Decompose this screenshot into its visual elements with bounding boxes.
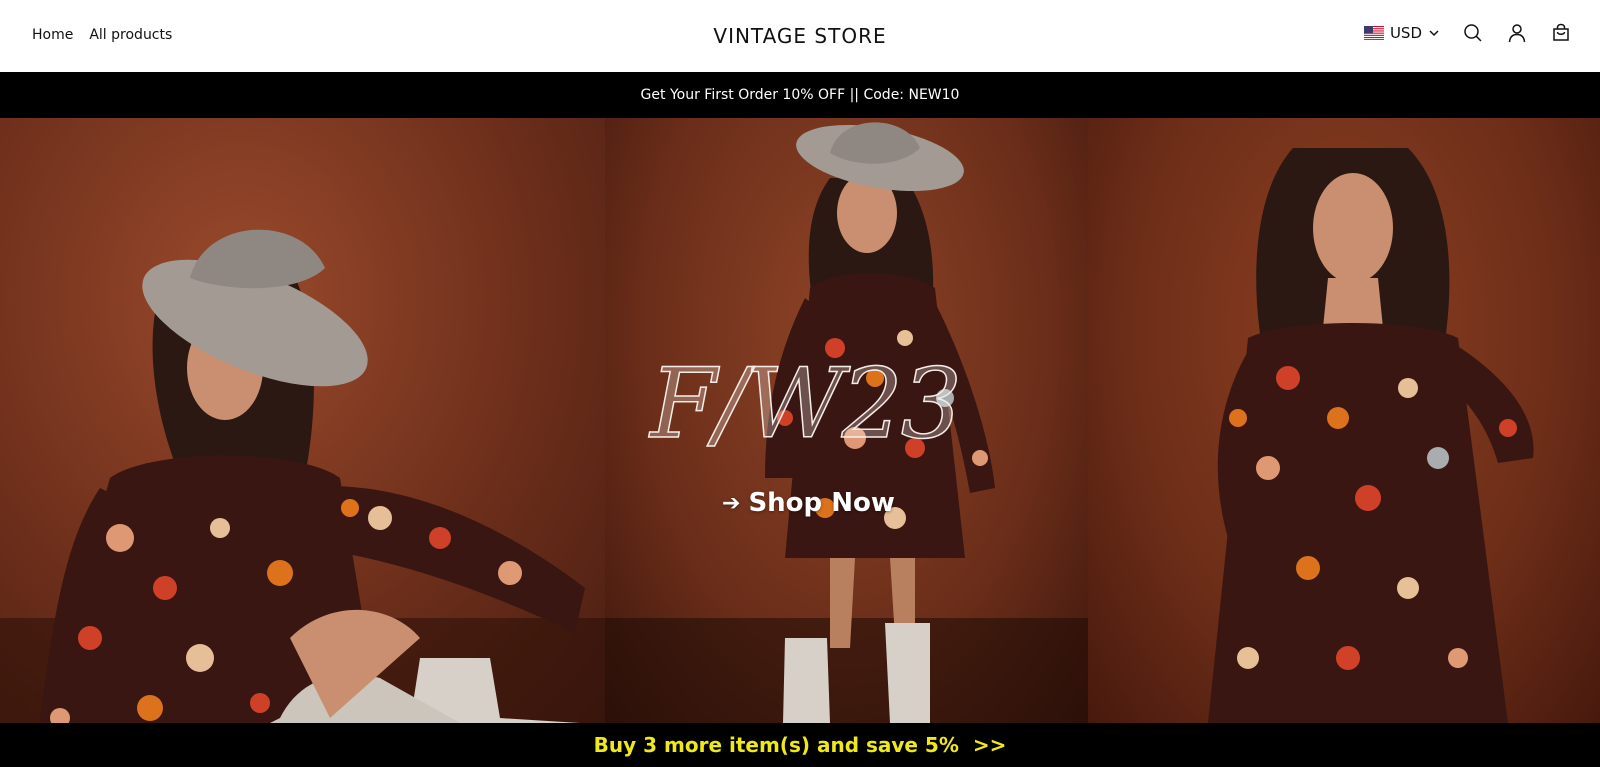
us-flag-icon <box>1363 26 1384 40</box>
chevron-down-icon <box>1429 30 1439 37</box>
cart-icon <box>1553 23 1569 41</box>
nav-home-link[interactable]: Home <box>32 27 73 43</box>
search-button[interactable] <box>1462 22 1484 44</box>
hero-photo-model-standing <box>605 118 1088 723</box>
account-button[interactable] <box>1506 22 1528 44</box>
announcement-bar: Get Your First Order 10% OFF || Code: NE… <box>0 72 1600 118</box>
shop-now-button[interactable]: ➔ Shop Now <box>722 488 895 518</box>
arrow-right-icon: ➔ <box>722 490 741 516</box>
store-logo-container: VINTAGE STORE <box>0 24 1600 48</box>
bundle-offer-bar[interactable]: Buy 3 more item(s) and save 5% >> <box>0 723 1600 767</box>
shop-now-label: Shop Now <box>748 488 895 518</box>
account-icon <box>1508 24 1526 43</box>
hero-photo-model-portrait <box>1088 118 1600 723</box>
header-tools: USD <box>1363 22 1572 44</box>
model-seated-illustration <box>0 229 605 723</box>
site-header: Home All products VINTAGE STORE USD <box>0 0 1600 72</box>
currency-selector[interactable]: USD <box>1363 24 1440 42</box>
cart-button[interactable] <box>1550 22 1572 44</box>
announcement-text: Get Your First Order 10% OFF || Code: NE… <box>640 87 960 103</box>
currency-label: USD <box>1389 24 1422 42</box>
search-icon <box>1464 24 1482 42</box>
nav-all-products-link[interactable]: All products <box>89 27 172 43</box>
store-logo[interactable]: VINTAGE STORE <box>713 24 886 48</box>
hero-photo-model-seated <box>0 118 605 723</box>
model-portrait-illustration <box>1208 148 1534 723</box>
model-standing-illustration <box>605 122 1088 723</box>
bundle-offer-text: Buy 3 more item(s) and save 5% >> <box>593 733 1007 757</box>
main-nav: Home All products <box>32 27 172 43</box>
hero-banner[interactable]: F/W23 ➔ Shop Now <box>0 118 1600 723</box>
